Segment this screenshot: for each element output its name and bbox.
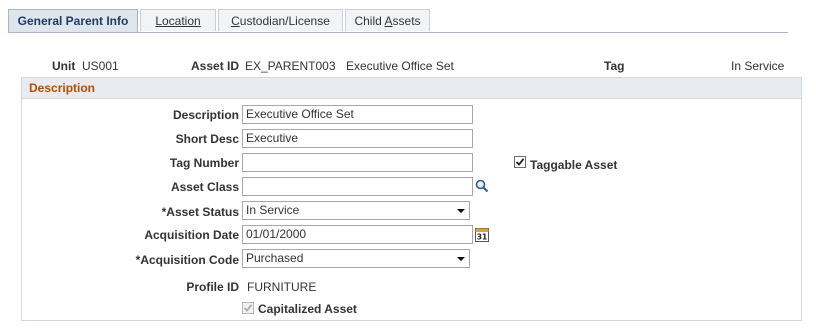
- tab-accesskey: C: [231, 14, 240, 28]
- acquisition-code-label: *Acquisition Code: [135, 253, 239, 267]
- short-desc-label: Short Desc: [175, 132, 239, 146]
- profile-id-label: Profile ID: [186, 280, 239, 294]
- tag-label: Tag: [604, 59, 625, 73]
- short-desc-input[interactable]: Executive: [242, 129, 473, 148]
- taggable-asset-checkbox[interactable]: [514, 156, 526, 168]
- asset-id-label: Asset ID: [191, 59, 240, 73]
- acquisition-date-label: Acquisition Date: [144, 228, 239, 242]
- group-title: Description: [29, 81, 96, 95]
- asset-desc-value: Executive Office Set: [346, 59, 454, 73]
- tab-text: ustodian/License: [239, 14, 330, 28]
- asset-status-value: In Service: [731, 59, 785, 73]
- acquisition-code-select[interactable]: Purchased: [242, 249, 470, 268]
- capitalized-asset-checkbox: [242, 302, 254, 314]
- asset-id-value: EX_PARENT003: [245, 59, 336, 73]
- tab-custodian-license[interactable]: Custodian/License: [218, 9, 343, 31]
- dropdown-arrow-icon: [457, 257, 465, 261]
- tab-child-assets[interactable]: Child Assets: [345, 9, 430, 31]
- unit-value: US001: [82, 59, 119, 73]
- tab-divider: [8, 32, 788, 33]
- asset-class-input[interactable]: [242, 177, 473, 196]
- checkmark-icon: [243, 304, 253, 312]
- description-label: Description: [172, 108, 239, 122]
- asset-status-selected: In Service: [246, 203, 300, 217]
- group-header: Description: [22, 78, 801, 99]
- acquisition-code-selected: Purchased: [246, 251, 304, 265]
- tab-accesskey: A: [384, 14, 393, 28]
- checkmark-icon: [515, 158, 525, 166]
- tag-number-input[interactable]: [242, 153, 473, 172]
- asset-status-label: *Asset Status: [161, 205, 239, 219]
- dropdown-arrow-icon: [457, 209, 465, 213]
- tab-general-parent-info[interactable]: General Parent Info: [8, 9, 138, 33]
- taggable-asset-label: Taggable Asset: [530, 158, 618, 172]
- tab-text: ssets: [392, 14, 421, 28]
- asset-class-label: Asset Class: [170, 180, 239, 194]
- magnifier-icon[interactable]: [475, 179, 489, 196]
- capitalized-asset-label: Capitalized Asset: [258, 302, 357, 316]
- calendar-day-text: 31: [477, 233, 487, 242]
- profile-id-value: FURNITURE: [247, 280, 317, 294]
- asset-status-select[interactable]: In Service: [242, 201, 470, 220]
- tag-number-label: Tag Number: [169, 156, 239, 170]
- unit-label: Unit: [52, 59, 76, 73]
- calendar-icon[interactable]: 31: [475, 227, 489, 245]
- tab-text: Child: [354, 14, 385, 28]
- tab-location[interactable]: Location: [140, 9, 216, 31]
- description-input[interactable]: Executive Office Set: [242, 105, 473, 124]
- acquisition-date-input[interactable]: 01/01/2000: [242, 225, 473, 244]
